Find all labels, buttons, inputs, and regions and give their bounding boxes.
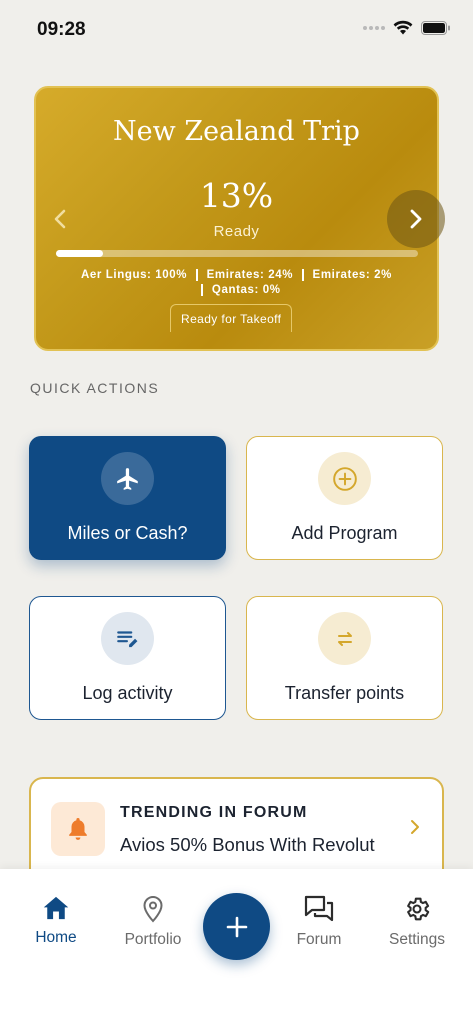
log-activity-button[interactable]: Log activity	[29, 596, 226, 720]
bell-icon	[51, 802, 105, 856]
home-icon	[43, 896, 69, 920]
status-bar: 09:28	[0, 0, 473, 58]
trip-card[interactable]: New Zealand Trip 13% Ready Aer Lingus: 1…	[34, 86, 445, 351]
program-item: Aer Lingus: 100%	[81, 269, 188, 281]
nav-portfolio-label: Portfolio	[124, 931, 182, 948]
trip-title: New Zealand Trip	[113, 116, 360, 147]
nav-home[interactable]: Home	[11, 895, 101, 947]
nav-settings[interactable]: Settings	[372, 895, 462, 949]
wifi-icon	[393, 20, 413, 35]
battery-icon	[421, 20, 450, 35]
forum-heading: TRENDING IN FORUM	[120, 804, 308, 821]
edit-list-icon	[101, 612, 154, 665]
plus-icon	[226, 916, 247, 937]
bottom-nav: Home Portfolio Forum Settings	[0, 869, 473, 1024]
log-activity-label: Log activity	[82, 683, 173, 703]
nav-home-label: Home	[35, 929, 77, 946]
program-item: Emirates: 2%	[312, 269, 392, 281]
add-program-button[interactable]: Add Program	[246, 436, 443, 560]
status-time: 09:28	[37, 19, 86, 40]
program-item: Emirates: 24%	[206, 269, 294, 281]
transfer-points-label: Transfer points	[284, 683, 405, 703]
nav-settings-label: Settings	[388, 931, 445, 948]
nav-forum[interactable]: Forum	[274, 895, 364, 949]
plus-circle-icon	[318, 452, 371, 505]
swap-arrows-icon	[318, 612, 371, 665]
trip-percent: 13%	[199, 176, 274, 215]
trip-progress-fill	[56, 250, 104, 257]
nav-forum-label: Forum	[296, 931, 342, 948]
chevron-right-icon	[411, 820, 419, 834]
trip-progress-bar	[56, 250, 418, 257]
program-breakdown: Aer Lingus: 100% Emirates: 24% Emirates: 2…	[36, 268, 437, 298]
signal-icon	[363, 25, 385, 30]
add-program-label: Add Program	[291, 523, 398, 543]
chat-bubbles-icon	[304, 895, 334, 922]
location-pin-icon	[143, 895, 163, 923]
program-item: Qantas: 0%	[211, 284, 281, 296]
transfer-points-button[interactable]: Transfer points	[246, 596, 443, 720]
add-fab-button[interactable]	[203, 893, 270, 960]
quick-actions-heading: QUICK ACTIONS	[30, 380, 160, 396]
trip-status: Ready	[213, 223, 260, 240]
takeoff-badge: Ready for Takeoff	[170, 304, 293, 332]
forum-post-title: Avios 50% Bonus With Revolut	[120, 834, 375, 855]
next-trip-button[interactable]	[387, 190, 445, 248]
miles-or-cash-button[interactable]: Miles or Cash?	[29, 436, 226, 560]
miles-or-cash-label: Miles or Cash?	[67, 523, 188, 543]
gear-icon	[407, 897, 430, 921]
status-icons	[363, 20, 451, 35]
airplane-icon	[101, 452, 154, 505]
nav-portfolio[interactable]: Portfolio	[108, 895, 198, 949]
chevron-right-icon	[410, 209, 422, 229]
